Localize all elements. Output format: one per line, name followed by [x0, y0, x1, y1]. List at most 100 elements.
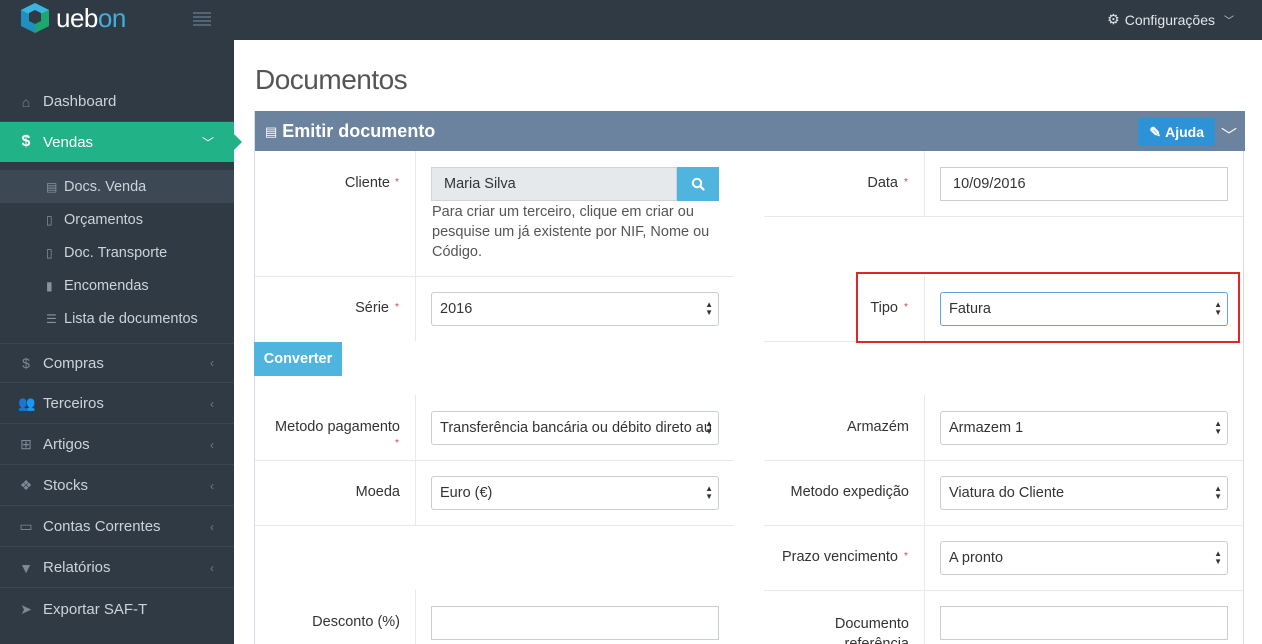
help-button[interactable]: ✎ Ajuda [1138, 118, 1215, 146]
metodo-pagamento-select[interactable]: Transferência bancária ou débito direto … [431, 411, 719, 445]
chevron-down-icon[interactable]: ﹀ [1221, 122, 1237, 146]
hamburger-menu-icon[interactable] [193, 12, 211, 26]
prazo-vencimento-select[interactable]: A pronto ▲ ▼ [940, 541, 1228, 575]
armazem-label: Armazém [846, 419, 909, 435]
divider [255, 276, 734, 277]
vendas-submenu: ▤ Docs. Venda ▯ Orçamentos ▯ Doc. Transp… [0, 170, 234, 335]
sidebar-item-compras[interactable]: $ Compras ‹ [0, 343, 234, 383]
metodo-pagamento-label: Metodo pagamento [275, 419, 400, 435]
desconto-input[interactable] [431, 606, 719, 640]
select-arrows-icon: ▲ ▼ [1214, 484, 1222, 501]
gear-icon: ⚙ [1107, 11, 1120, 27]
document-icon: ▤ [265, 123, 278, 139]
chevron-left-icon: ‹ [210, 437, 214, 452]
select-arrows-icon: ▲ ▼ [705, 300, 713, 317]
pencil-icon: ✎ [1149, 123, 1162, 140]
divider [764, 525, 1243, 526]
chevron-down-icon: ﹀ [201, 135, 214, 150]
divider [255, 460, 734, 461]
settings-label: Configurações [1124, 11, 1215, 28]
users-icon: 👥 [18, 395, 36, 411]
chevron-left-icon: ‹ [210, 478, 214, 493]
file-icon: ▯ [46, 212, 53, 227]
divider [415, 151, 416, 341]
divider [764, 590, 1243, 591]
data-input[interactable]: 10/09/2016 [940, 167, 1228, 201]
moeda-label: Moeda [355, 484, 400, 500]
sidebar-item-terceiros[interactable]: 👥 Terceiros ‹ [0, 384, 234, 424]
submenu-item-doc-transporte[interactable]: ▯ Doc. Transporte [0, 236, 234, 269]
documento-referencia-label: Documento referência [834, 616, 909, 644]
top-bar: uebon ⚙ Configurações ﹀ [0, 0, 1262, 40]
page-title: Documentos [255, 64, 408, 95]
sidebar-item-vendas[interactable]: $ Vendas ﹀ [0, 122, 242, 162]
divider [764, 460, 1243, 461]
highlight-box [856, 272, 1240, 343]
filter-icon: ▼ [19, 559, 33, 576]
submenu-item-docs-venda[interactable]: ▤ Docs. Venda [0, 170, 234, 203]
sitemap-icon: ⊞ [20, 436, 32, 452]
sidebar-item-relatorios[interactable]: ▼ Relatórios ‹ [0, 548, 234, 588]
submenu-item-orcamentos[interactable]: ▯ Orçamentos [0, 203, 234, 236]
documento-referencia-input[interactable] [940, 606, 1228, 640]
divider [924, 395, 925, 644]
moeda-select[interactable]: Euro (€) ▲ ▼ [431, 476, 719, 510]
select-arrows-icon: ▲ ▼ [705, 419, 713, 436]
sidebar-item-exportar-saft[interactable]: ➤ Exportar SAF-T [0, 589, 234, 629]
chevron-left-icon: ‹ [210, 396, 214, 411]
cliente-input[interactable]: Maria Silva [431, 167, 677, 201]
required-asterisk: * [395, 177, 399, 188]
serie-select[interactable]: 2016 ▲ ▼ [431, 292, 719, 326]
sidebar-item-artigos[interactable]: ⊞ Artigos ‹ [0, 425, 234, 465]
sidebar-item-dashboard[interactable]: ⌂ Dashboard [0, 82, 234, 122]
settings-menu[interactable]: ⚙ Configurações ﹀ [1107, 11, 1234, 28]
divider [924, 151, 925, 216]
metodo-expedicao-label: Metodo expedição [790, 484, 910, 500]
select-arrows-icon: ▲ ▼ [1214, 549, 1222, 566]
select-arrows-icon: ▲ ▼ [1214, 419, 1222, 436]
required-asterisk: * [904, 551, 908, 562]
cube-logo-icon [21, 3, 49, 33]
chevron-left-icon: ‹ [210, 560, 214, 575]
desconto-label: Desconto (%) [312, 614, 400, 630]
chevron-left-icon: ‹ [210, 519, 214, 534]
submenu-item-encomendas[interactable]: ▮ Encomendas [0, 269, 234, 302]
required-asterisk: * [395, 302, 399, 313]
panel-header: ▤ Emitir documento ✎ Ajuda ﹀ [255, 111, 1245, 151]
select-arrows-icon: ▲ ▼ [705, 484, 713, 501]
divider [255, 525, 734, 526]
file-icon: ▯ [46, 245, 53, 260]
metodo-expedicao-select[interactable]: Viatura do Cliente ▲ ▼ [940, 476, 1228, 510]
cliente-help-text: Para criar um terceiro, clique em criar … [432, 204, 710, 260]
file-filled-icon: ▮ [46, 278, 53, 293]
sidebar-item-stocks[interactable]: ❖ Stocks ‹ [0, 466, 234, 506]
search-button[interactable] [677, 167, 719, 201]
cubes-icon: ❖ [19, 477, 33, 493]
divider [764, 216, 1243, 217]
sidebar-item-contas-correntes[interactable]: ▭ Contas Correntes ‹ [0, 507, 234, 547]
sidebar: ⌂ Dashboard $ Vendas ﹀ ▤ Docs. Venda ▯ O… [0, 40, 242, 644]
divider [415, 590, 416, 644]
chevron-down-icon: ﹀ [1224, 16, 1234, 27]
submenu-item-lista-documentos[interactable]: ☰ Lista de documentos [0, 302, 234, 335]
serie-label: Série [355, 300, 389, 316]
dollar-icon: $ [22, 355, 30, 371]
armazem-select[interactable]: Armazem 1 ▲ ▼ [940, 411, 1228, 445]
brand-logo[interactable]: uebon [18, 0, 126, 36]
required-asterisk: * [904, 177, 908, 188]
home-icon: ⌂ [21, 93, 31, 110]
panel-title: ▤ Emitir documento [265, 121, 436, 141]
brand-name: uebon [56, 2, 126, 33]
document-icon: ▤ [46, 179, 58, 194]
prazo-vencimento-label: Prazo vencimento [781, 549, 898, 565]
chevron-left-icon: ‹ [210, 356, 214, 370]
cliente-label: Cliente [344, 175, 390, 191]
credit-card-icon: ▭ [19, 518, 33, 534]
converter-button[interactable]: Converter [254, 342, 342, 376]
dollar-icon: $ [21, 133, 31, 150]
required-asterisk: * [395, 438, 399, 449]
list-icon: ☰ [46, 311, 57, 326]
search-icon [691, 177, 705, 191]
paper-plane-icon: ➤ [20, 600, 32, 617]
data-label: Data [867, 175, 898, 191]
